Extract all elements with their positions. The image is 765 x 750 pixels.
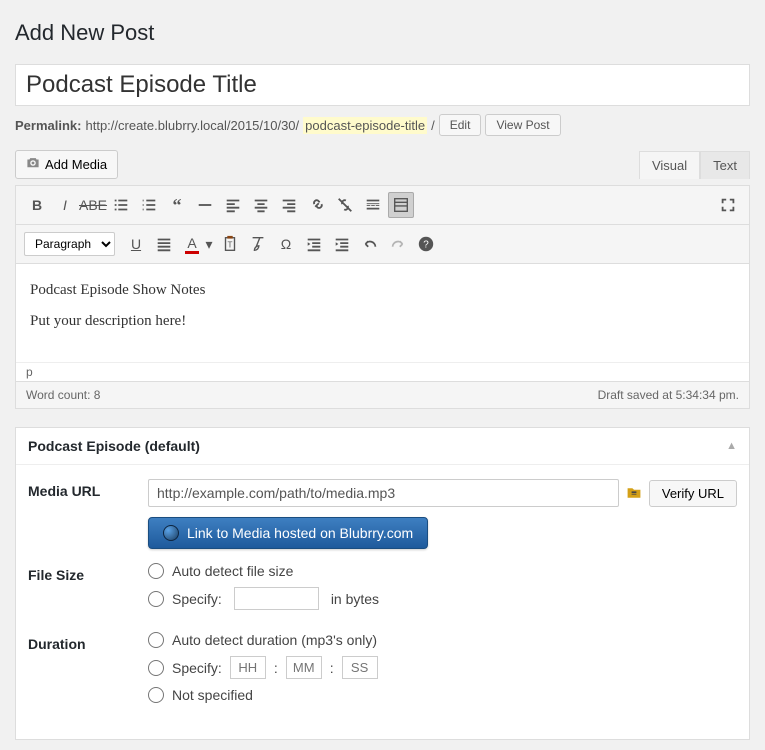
duration-ss-input[interactable] (342, 656, 378, 679)
editor-line-2: Put your description here! (30, 313, 735, 330)
filesize-auto-option[interactable]: Auto detect file size (148, 563, 737, 579)
filesize-auto-radio[interactable] (148, 563, 164, 579)
media-url-label: Media URL (28, 479, 148, 499)
duration-label: Duration (28, 632, 148, 652)
filesize-bytes-input[interactable] (234, 587, 319, 610)
post-title-input[interactable] (26, 69, 739, 101)
underline-button[interactable]: U (123, 231, 149, 257)
editor-box: B I ABE “ Paragraph U A ▾ T Ω ? Podcast … (15, 185, 750, 409)
text-color-button[interactable]: A (179, 231, 205, 257)
hr-button[interactable] (192, 192, 218, 218)
duration-auto-radio[interactable] (148, 632, 164, 648)
folder-icon[interactable] (625, 485, 643, 501)
outdent-button[interactable] (301, 231, 327, 257)
view-post-button[interactable]: View Post (485, 114, 560, 136)
align-justify-button[interactable] (151, 231, 177, 257)
link-button[interactable] (304, 192, 330, 218)
redo-button[interactable] (385, 231, 411, 257)
strikethrough-button[interactable]: ABE (80, 192, 106, 218)
edit-permalink-button[interactable]: Edit (439, 114, 482, 136)
filesize-specify-radio[interactable] (148, 591, 164, 607)
editor-tabs: Visual Text (639, 151, 750, 179)
metabox-title: Podcast Episode (default) (28, 438, 200, 454)
add-media-label: Add Media (45, 157, 107, 172)
duration-mm-input[interactable] (286, 656, 322, 679)
podcast-episode-metabox: Podcast Episode (default) ▲ Media URL Ve… (15, 427, 750, 740)
draft-saved-status: Draft saved at 5:34:34 pm. (598, 388, 739, 402)
toolbar-row-2: Paragraph U A ▾ T Ω ? (16, 225, 749, 264)
bold-button[interactable]: B (24, 192, 50, 218)
camera-icon (26, 156, 40, 173)
verify-url-button[interactable]: Verify URL (649, 480, 737, 507)
duration-specify-option[interactable]: Specify: : : (148, 656, 737, 679)
help-button[interactable]: ? (413, 231, 439, 257)
duration-auto-option[interactable]: Auto detect duration (mp3's only) (148, 632, 737, 648)
editor-status-bar: Word count: 8 Draft saved at 5:34:34 pm. (16, 381, 749, 408)
permalink-row: Permalink: http://create.blubrry.local/2… (15, 114, 750, 136)
undo-button[interactable] (357, 231, 383, 257)
more-button[interactable] (360, 192, 386, 218)
duration-hh-input[interactable] (230, 656, 266, 679)
blubrry-icon (163, 525, 179, 541)
paste-text-button[interactable]: T (217, 231, 243, 257)
tab-text[interactable]: Text (700, 151, 750, 179)
blubrry-link-button[interactable]: Link to Media hosted on Blubrry.com (148, 517, 428, 549)
toolbar-row-1: B I ABE “ (16, 186, 749, 225)
toolbar-toggle-button[interactable] (388, 192, 414, 218)
word-count: Word count: 8 (26, 388, 100, 402)
page-title: Add New Post (15, 20, 750, 46)
duration-notspec-option[interactable]: Not specified (148, 687, 737, 703)
indent-button[interactable] (329, 231, 355, 257)
svg-text:T: T (228, 241, 233, 250)
align-left-button[interactable] (220, 192, 246, 218)
media-url-input[interactable] (148, 479, 619, 507)
permalink-base: http://create.blubrry.local/2015/10/30/ (85, 118, 299, 133)
tab-visual[interactable]: Visual (639, 151, 700, 179)
numbered-list-button[interactable] (136, 192, 162, 218)
svg-text:?: ? (423, 240, 429, 251)
duration-notspec-radio[interactable] (148, 687, 164, 703)
bullet-list-button[interactable] (108, 192, 134, 218)
metabox-toggle[interactable]: Podcast Episode (default) ▲ (16, 428, 749, 465)
add-media-button[interactable]: Add Media (15, 150, 118, 179)
color-dropdown-icon[interactable]: ▾ (203, 231, 215, 257)
editor-line-1: Podcast Episode Show Notes (30, 282, 735, 299)
italic-button[interactable]: I (52, 192, 78, 218)
unlink-button[interactable] (332, 192, 358, 218)
filesize-specify-option[interactable]: Specify: in bytes (148, 587, 737, 610)
blockquote-button[interactable]: “ (164, 192, 190, 218)
blubrry-button-label: Link to Media hosted on Blubrry.com (187, 525, 413, 541)
permalink-label: Permalink: (15, 118, 81, 133)
post-title-wrap (15, 64, 750, 106)
filesize-label: File Size (28, 563, 148, 583)
format-select[interactable]: Paragraph (24, 232, 115, 256)
special-char-button[interactable]: Ω (273, 231, 299, 257)
editor-path: p (16, 362, 749, 381)
duration-specify-radio[interactable] (148, 660, 164, 676)
align-center-button[interactable] (248, 192, 274, 218)
fullscreen-button[interactable] (715, 192, 741, 218)
permalink-trailing: / (431, 118, 435, 133)
align-right-button[interactable] (276, 192, 302, 218)
clear-format-button[interactable] (245, 231, 271, 257)
chevron-up-icon: ▲ (726, 440, 737, 452)
editor-content-area[interactable]: Podcast Episode Show Notes Put your desc… (16, 264, 749, 362)
permalink-slug: podcast-episode-title (303, 117, 427, 134)
